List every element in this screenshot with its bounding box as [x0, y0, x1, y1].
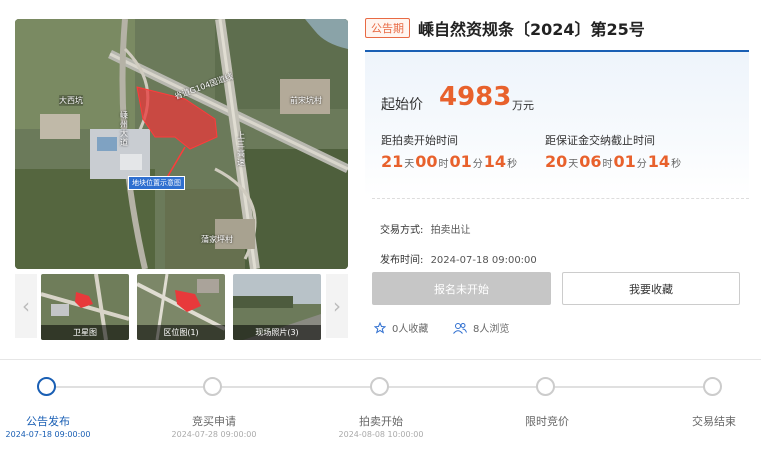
countdown-unit: 时 [438, 159, 449, 170]
step-dot-end [703, 377, 722, 396]
map-label-road-right: 上三高速 [237, 131, 245, 167]
countdown-minutes: 01 [613, 152, 636, 171]
countdown-seconds: 14 [483, 152, 507, 171]
countdown-unit: 天 [404, 159, 415, 170]
thumb-caption: 卫星图 [41, 325, 129, 340]
parcel-tag: 地块位置示意图 [128, 176, 185, 190]
auction-countdown-label: 距拍卖开始时间 [381, 134, 458, 147]
step-dot-publish [37, 377, 56, 396]
favorite-button[interactable]: 我要收藏 [562, 272, 740, 305]
trade-mode: 交易方式: 拍卖出让 [380, 221, 471, 236]
favorites-count: 0人收藏 [392, 324, 429, 335]
thumb-satellite[interactable]: 卫星图 [41, 274, 129, 340]
views-stat: 8人浏览 [453, 320, 509, 335]
main-satellite-image[interactable]: 省道G104国道线 大西坑 前宋坑村 上三高速 嵊州大道 蒲家坪村 地块位置示意… [15, 19, 348, 269]
price-panel: 起始价 4983 万元 距拍卖开始时间 21 天 00 时 01 分 14 秒 … [365, 52, 749, 196]
map-label-village-bottom: 蒲家坪村 [201, 235, 233, 244]
thumb-caption: 区位图(1) [137, 325, 225, 340]
step-label-auction: 拍卖开始 [359, 415, 403, 428]
satellite-map [15, 19, 348, 269]
price-label: 起始价 [381, 97, 423, 113]
countdown-seconds: 14 [647, 152, 671, 171]
next-thumb-arrow-icon[interactable]: › [326, 274, 348, 338]
map-label-village-right: 前宋坑村 [290, 96, 322, 105]
countdown-minutes: 01 [449, 152, 472, 171]
map-label-village-left: 大西坑 [59, 95, 83, 106]
countdown-unit: 时 [602, 159, 613, 170]
price-value: 4983 [439, 82, 512, 112]
thumb-caption: 现场照片(3) [233, 325, 321, 340]
section-divider [0, 359, 761, 360]
dashed-divider [372, 198, 749, 199]
countdown-days: 20 [545, 152, 568, 171]
thumb-location[interactable]: 区位图(1) [137, 274, 225, 340]
trade-mode-value: 拍卖出让 [430, 225, 471, 236]
step-label-publish: 公告发布 [26, 415, 70, 428]
step-date-apply: 2024-07-28 09:00:00 [171, 430, 257, 439]
countdown-unit: 分 [636, 159, 647, 170]
countdown-unit: 秒 [671, 159, 682, 170]
step-label-apply: 竞买申请 [192, 415, 236, 428]
users-icon [453, 322, 467, 334]
star-icon [374, 321, 386, 334]
step-dot-auction [370, 377, 389, 396]
deposit-countdown: 20 天 06 时 01 分 14 秒 [545, 152, 682, 171]
thumbnail-strip: ‹ 卫星图 区位图(1) 现场照片(3) › [15, 274, 348, 340]
listing-page: 省道G104国道线 大西坑 前宋坑村 上三高速 嵊州大道 蒲家坪村 地块位置示意… [0, 0, 761, 449]
publish-time-value: 2024-07-18 09:00:00 [430, 255, 537, 266]
publish-time-key: 发布时间: [380, 255, 424, 266]
countdown-unit: 分 [472, 159, 483, 170]
title-row: 公告期 嵊自然资规条〔2024〕第25号 [365, 17, 645, 39]
trade-mode-key: 交易方式: [380, 225, 424, 236]
listing-title: 嵊自然资规条〔2024〕第25号 [418, 20, 645, 39]
step-dot-apply [203, 377, 222, 396]
step-label-bidding: 限时竞价 [525, 415, 569, 428]
countdown-unit: 秒 [507, 159, 518, 170]
countdown-hours: 00 [415, 152, 438, 171]
price-unit: 万元 [512, 99, 534, 112]
prev-thumb-arrow-icon[interactable]: ‹ [15, 274, 37, 338]
publish-time: 发布时间: 2024-07-18 09:00:00 [380, 251, 537, 266]
step-label-end: 交易结束 [692, 415, 736, 428]
status-badge: 公告期 [365, 18, 410, 38]
step-dot-bidding [536, 377, 555, 396]
step-date-publish: 2024-07-18 09:00:00 [5, 430, 91, 439]
thumb-photos[interactable]: 现场照片(3) [233, 274, 321, 340]
auction-countdown: 21 天 00 时 01 分 14 秒 [381, 152, 518, 171]
deposit-countdown-label: 距保证金交纳截止时间 [545, 134, 655, 147]
countdown-unit: 天 [568, 159, 579, 170]
signup-button[interactable]: 报名未开始 [372, 272, 551, 305]
countdown-hours: 06 [579, 152, 602, 171]
favorites-stat[interactable]: 0人收藏 [374, 320, 428, 335]
views-count: 8人浏览 [473, 324, 510, 335]
step-date-auction: 2024-08-08 10:00:00 [338, 430, 424, 439]
map-label-road-left: 嵊州大道 [120, 111, 128, 147]
countdown-days: 21 [381, 152, 404, 171]
